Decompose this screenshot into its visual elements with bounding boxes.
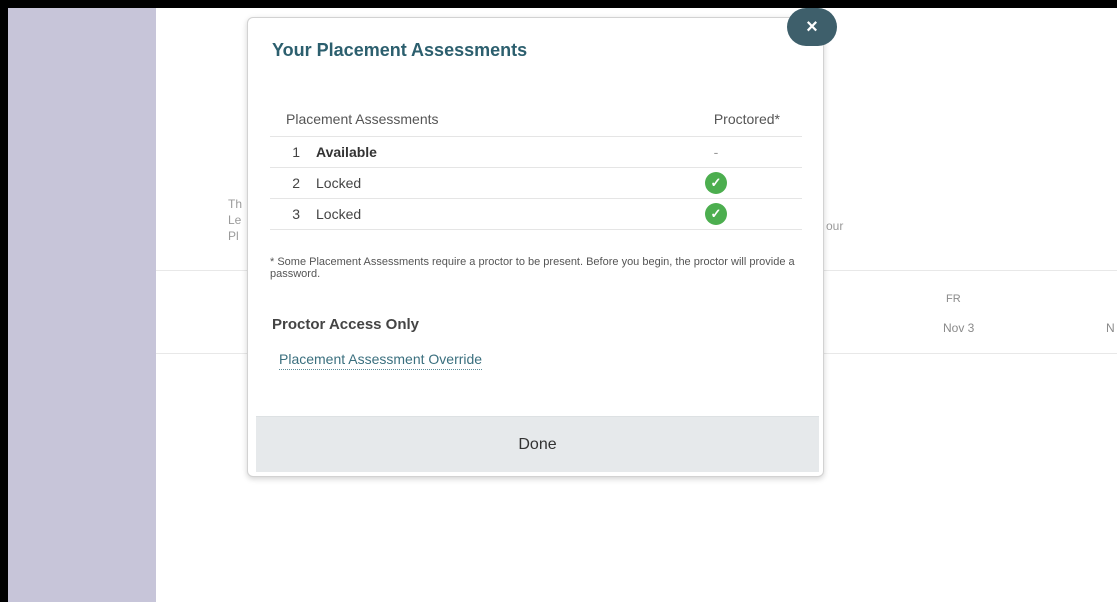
column-header-proctored: Proctored* (713, 111, 780, 127)
row-status: Locked (316, 206, 362, 222)
column-header-assessments: Placement Assessments (286, 111, 439, 127)
intro-line-2: Le (228, 213, 242, 227)
check-icon: ✓ (705, 172, 727, 194)
proctored-cell: ✓ (646, 203, 786, 225)
proctor-footnote: * Some Placement Assessments require a p… (270, 256, 795, 280)
row-number: 3 (292, 206, 300, 222)
row-status: Available (316, 144, 377, 160)
placement-override-link[interactable]: Placement Assessment Override (279, 351, 483, 370)
table-row: 2 Locked ✓ (270, 168, 802, 199)
assessments-table: Placement Assessments Proctored* 1 Avail… (270, 102, 802, 230)
placement-assessments-modal: Your Placement Assessments Placement Ass… (247, 17, 824, 477)
proctored-cell: ✓ (646, 172, 786, 194)
row-status: Locked (316, 175, 362, 191)
sidebar (8, 8, 156, 602)
table-row: 1 Available - (270, 137, 802, 168)
done-button[interactable]: Done (256, 416, 819, 472)
proctor-access-heading: Proctor Access Only (272, 316, 420, 333)
frame-left-border (0, 0, 8, 602)
table-header: Placement Assessments Proctored* (270, 102, 802, 137)
intro-line-3: Pl (228, 229, 239, 243)
frame-top-border (0, 0, 1117, 8)
calendar-date: Nov 3 (943, 321, 975, 335)
background-intro-right: our (826, 219, 844, 233)
row-number: 1 (292, 144, 300, 160)
row-number: 2 (292, 175, 300, 191)
calendar-day-label: FR (946, 293, 961, 305)
calendar-next-date: N (1106, 321, 1115, 335)
proctored-dash: - (713, 144, 719, 160)
modal-title: Your Placement Assessments (272, 40, 528, 60)
table-row: 3 Locked ✓ (270, 199, 802, 230)
close-icon[interactable]: × (787, 8, 837, 46)
intro-line-1: Th (228, 197, 243, 211)
check-icon: ✓ (705, 203, 727, 225)
background-intro-text: Th Le Pl (228, 196, 242, 244)
